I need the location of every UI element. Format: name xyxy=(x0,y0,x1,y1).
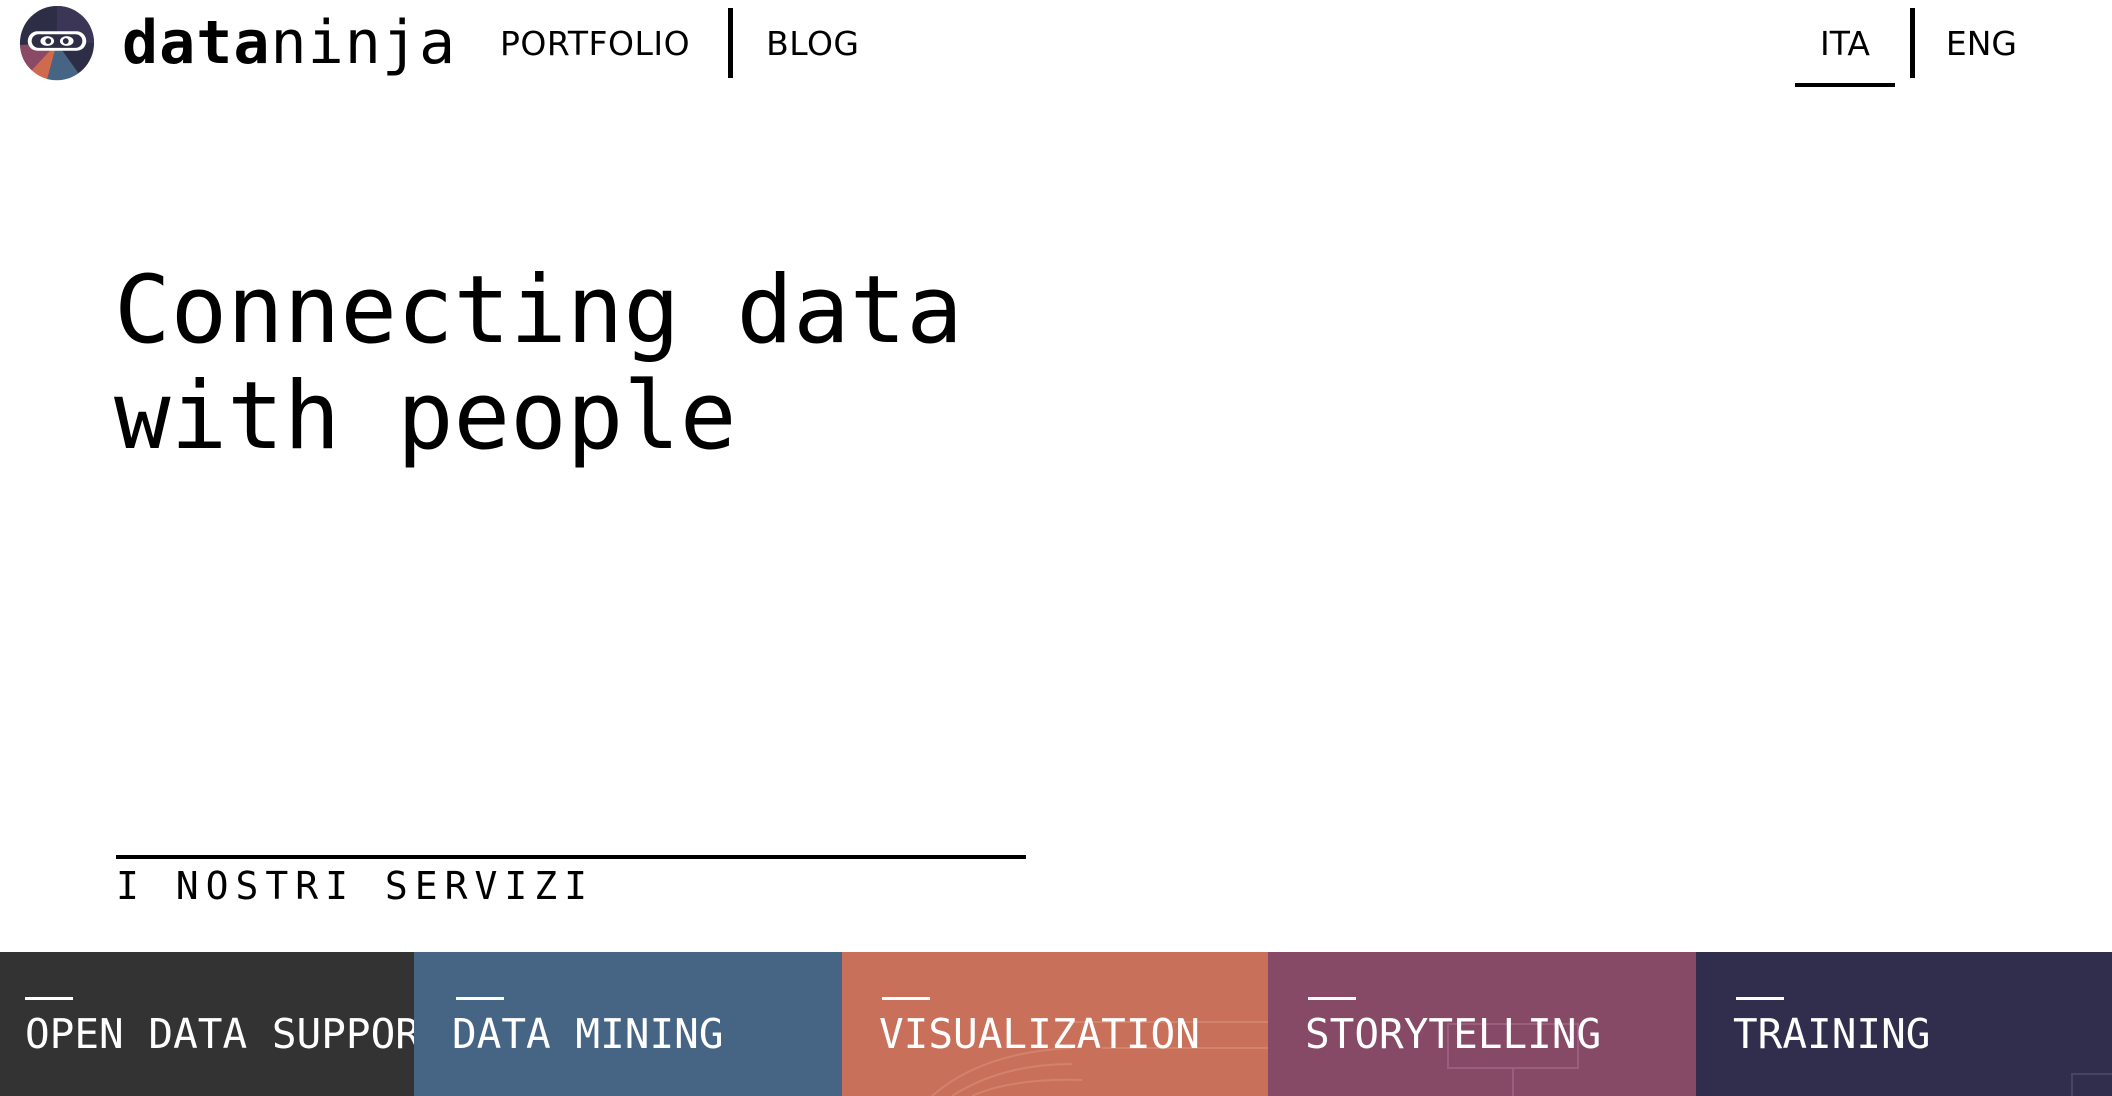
lang-link-ita[interactable]: ITA xyxy=(1794,24,1895,87)
logo-wordmark: dataninja xyxy=(122,4,456,82)
ninja-logo-icon xyxy=(19,5,95,81)
language-switcher: ITA ENG xyxy=(1794,8,2042,87)
hero-title: Connecting data with people xyxy=(114,258,963,470)
logo-text-light: ninja xyxy=(270,8,457,78)
services-bar: OPEN DATA SUPPORT DATA MINING VISUALIZAT… xyxy=(0,952,2112,1096)
service-label: VISUALIZATION xyxy=(879,1010,1200,1058)
service-tile-data-mining[interactable]: DATA MINING xyxy=(414,952,842,1096)
service-dash xyxy=(1736,997,1784,1000)
service-tile-visualization[interactable]: VISUALIZATION xyxy=(842,952,1268,1096)
hero-title-line-1: Connecting data xyxy=(114,256,963,365)
lang-divider xyxy=(1909,8,1915,78)
logo-link[interactable]: dataninja xyxy=(18,4,456,82)
service-dash xyxy=(882,997,930,1000)
service-dash xyxy=(1308,997,1356,1000)
services-divider xyxy=(116,855,1026,859)
services-heading: I NOSTRI SERVIZI xyxy=(116,864,595,908)
page: dataninja PORTFOLIO BLOG ITA ENG Connect… xyxy=(0,0,2112,1096)
service-tile-training[interactable]: TRAINING xyxy=(1696,952,2112,1096)
service-label: DATA MINING xyxy=(452,1010,724,1058)
main-nav: PORTFOLIO BLOG xyxy=(500,8,860,78)
hero-title-line-2: with people xyxy=(114,362,737,471)
service-dash xyxy=(25,997,73,1000)
nav-link-portfolio[interactable]: PORTFOLIO xyxy=(500,24,690,63)
lang-link-eng[interactable]: ENG xyxy=(1921,24,2042,63)
logo-text-bold: data xyxy=(122,8,271,78)
nav-link-blog[interactable]: BLOG xyxy=(766,24,859,63)
nav-divider xyxy=(728,8,734,78)
service-label: STORYTELLING xyxy=(1305,1010,1602,1058)
service-dash xyxy=(456,997,504,1000)
service-label: OPEN DATA SUPPORT xyxy=(25,1010,414,1058)
service-label: TRAINING xyxy=(1733,1010,1931,1058)
service-tile-storytelling[interactable]: STORYTELLING xyxy=(1268,952,1696,1096)
service-tile-open-data-support[interactable]: OPEN DATA SUPPORT xyxy=(0,952,414,1096)
